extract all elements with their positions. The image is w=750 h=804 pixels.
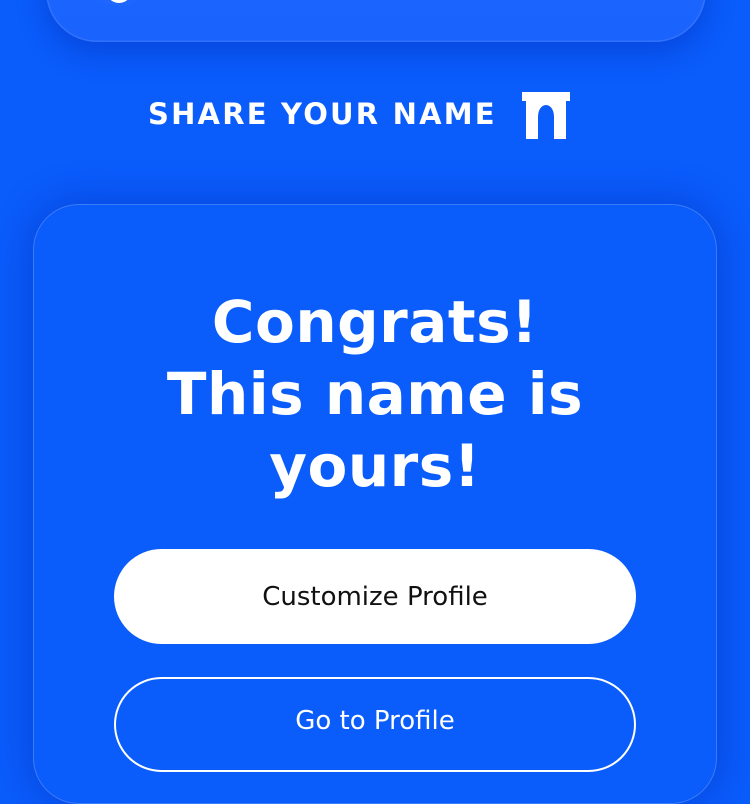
heading-line: Congrats!: [211, 288, 539, 356]
customize-profile-label: Customize Profile: [262, 581, 488, 612]
heading-line: This name is: [166, 360, 584, 428]
go-to-profile-button[interactable]: Go to Profile: [114, 677, 636, 772]
congrats-heading: Congrats! This name is yours!: [0, 286, 750, 502]
share-header: SHARE YOUR NAME: [0, 90, 750, 140]
arch-icon: [522, 92, 570, 139]
heading-line: yours!: [269, 432, 481, 500]
share-title: SHARE YOUR NAME: [148, 97, 497, 131]
top-card: [46, 0, 706, 42]
go-to-profile-label: Go to Profile: [295, 706, 455, 736]
customize-profile-button[interactable]: Customize Profile: [114, 549, 636, 644]
